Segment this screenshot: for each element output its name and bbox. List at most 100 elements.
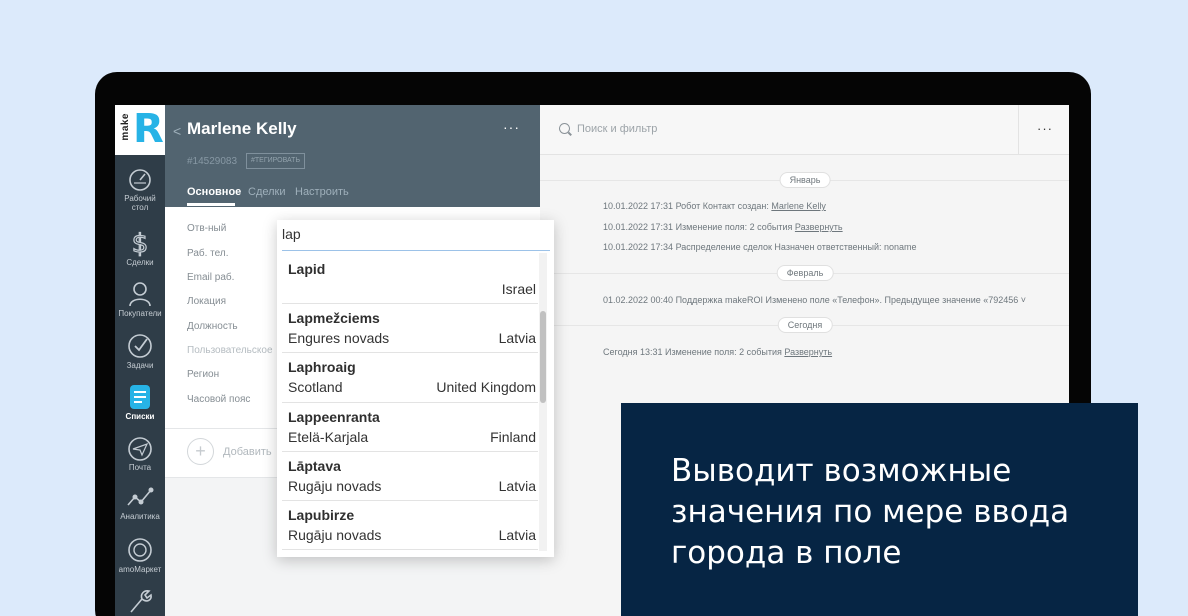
feed-entry-text: 01.02.2022 00:40 Поддержка makeROI Измен… — [603, 295, 1027, 305]
mail-icon — [128, 437, 152, 461]
feed-entry: 10.01.2022 17:31 Изменение поля: 2 событ… — [603, 222, 843, 232]
nav-item-deals[interactable]: $ Сделки — [115, 227, 165, 267]
dashboard-icon — [129, 169, 151, 191]
field-label-work-email: Email раб. — [187, 272, 235, 283]
tag-button[interactable]: #ТЕГИРОВАТЬ — [246, 153, 306, 169]
nav-label-dashboard: Рабочий стол — [124, 194, 156, 212]
contact-id: #14529083 — [187, 156, 238, 167]
tasks-icon — [128, 334, 152, 358]
nav-item-customers[interactable]: Покупатели — [115, 280, 165, 318]
suggestion-city: Lappeenranta — [288, 408, 380, 425]
search-bar[interactable]: Поиск и фильтр ··· — [540, 105, 1069, 155]
scrollbar-thumb[interactable] — [540, 311, 546, 403]
nav-item-market[interactable]: amoМаркет — [115, 536, 165, 574]
field-label-work-phone: Раб. тел. — [187, 248, 229, 259]
add-button[interactable]: + — [187, 438, 214, 465]
tab-configure[interactable]: Настроить — [295, 186, 349, 198]
suggestion-country: Latvia — [498, 330, 536, 347]
nav-item-lists[interactable]: Списки — [115, 383, 165, 421]
field-label-responsible: Отв-ный — [187, 223, 227, 234]
suggestion-region: Rugāju novads — [288, 477, 382, 494]
city-search-input[interactable]: lap — [282, 226, 301, 242]
wrench-icon — [130, 590, 152, 613]
feed-entry: 10.01.2022 17:31 Робот Контакт создан: M… — [603, 201, 826, 211]
date-badge-today: Сегодня — [777, 317, 833, 333]
nav-item-settings[interactable] — [115, 587, 165, 615]
market-icon — [128, 538, 152, 562]
field-label-region: Регион — [187, 369, 220, 380]
suggestion-country: Latvia — [498, 477, 536, 494]
nav-label-deals: Сделки — [126, 258, 154, 267]
expand-link[interactable]: Развернуть — [795, 222, 843, 232]
active-tab-indicator — [187, 203, 235, 206]
city-autocomplete-dropdown: lap Lapid Israel Lapmežciems Engures nov… — [277, 220, 554, 557]
expand-link[interactable]: Развернуть — [784, 347, 832, 357]
contact-menu-button[interactable]: ··· — [503, 119, 520, 135]
suggestion-item[interactable]: Lapubirze Rugāju novads Latvia — [282, 501, 538, 551]
date-badge-january: Январь — [779, 172, 831, 188]
nav-item-analytics[interactable]: Аналитика — [115, 485, 165, 521]
deals-icon: $ — [131, 228, 149, 257]
feed-entry: Сегодня 13:31 Изменение поля: 2 события … — [603, 347, 832, 357]
search-input[interactable]: Поиск и фильтр — [577, 123, 657, 135]
input-underline — [282, 250, 550, 251]
analytics-icon — [127, 487, 154, 506]
suggestion-region: Scotland — [288, 379, 343, 396]
caption-text: Выводит возможные значения по мере ввода… — [671, 453, 1070, 571]
suggestion-city: Lapid — [288, 261, 326, 277]
lists-icon — [130, 385, 150, 409]
suggestion-item[interactable]: Lapid Israel — [282, 255, 538, 305]
suggestion-list: Lapid Israel Lapmežciems Engures novads … — [282, 255, 538, 551]
feed-entry-text: 10.01.2022 17:31 Робот Контакт создан: — [603, 201, 772, 211]
tab-main[interactable]: Основное — [187, 186, 241, 198]
contact-name[interactable]: Marlene Kelly — [187, 119, 297, 139]
suggestion-item[interactable]: Lapmežciems Engures novads Latvia — [282, 304, 538, 354]
back-icon[interactable]: < — [173, 123, 181, 139]
caption-box: Выводит возможные значения по мере ввода… — [621, 403, 1138, 616]
nav-label-mail: Почта — [128, 463, 152, 472]
customers-icon — [129, 282, 151, 307]
suggestion-city: Lapmežciems — [288, 310, 380, 327]
suggestion-region: Rugāju novads — [288, 526, 382, 543]
suggestion-item[interactable]: Lappeenranta Etelä-Karjala Finland — [282, 403, 538, 452]
nav-item-tasks[interactable]: Задачи — [115, 332, 165, 370]
nav-label-analytics: Аналитика — [120, 512, 160, 521]
suggestion-region: Engures novads — [288, 330, 390, 347]
divider — [1018, 105, 1019, 155]
logo[interactable]: make R — [115, 105, 165, 155]
add-label[interactable]: Добавить — [223, 446, 272, 458]
svg-text:$: $ — [132, 229, 149, 257]
feed-entry: 10.01.2022 17:34 Распределение сделок На… — [603, 242, 917, 252]
contact-link[interactable]: Marlene Kelly — [771, 201, 826, 211]
suggestion-item[interactable]: Lāptava Rugāju novads Latvia — [282, 452, 538, 501]
logo-r-text: R — [133, 106, 164, 152]
suggestion-country: United Kingdom — [436, 379, 536, 396]
suggestion-city: Lapubirze — [288, 506, 355, 523]
search-icon — [559, 123, 570, 134]
field-label-position: Должность — [187, 321, 238, 332]
nav-label-tasks: Задачи — [126, 361, 154, 370]
field-label-custom: Пользовательское — [187, 345, 273, 356]
suggestion-city: Lāptava — [288, 457, 341, 474]
field-label-location: Локация — [187, 296, 227, 307]
suggestion-item[interactable]: Laphroaig Scotland United Kingdom — [282, 353, 538, 403]
suggestion-country: Israel — [501, 281, 536, 297]
suggestion-country: Finland — [490, 428, 536, 445]
feed-entry-text: Сегодня 13:31 Изменение поля: 2 события — [603, 347, 785, 357]
feed-menu-button[interactable]: ··· — [1037, 121, 1053, 136]
feed-entry[interactable]: 01.02.2022 00:40 Поддержка makeROI Измен… — [603, 295, 1026, 305]
date-badge-february: Февраль — [776, 265, 834, 281]
feed-entry-text: 10.01.2022 17:34 Распределение сделок На… — [603, 242, 917, 252]
suggestion-region: Etelä-Karjala — [288, 428, 369, 445]
feed-entry-text: 10.01.2022 17:31 Изменение поля: 2 событ… — [603, 222, 795, 232]
scrollbar[interactable] — [539, 253, 547, 551]
logo-make-text: make — [120, 113, 131, 141]
nav-label-customers: Покупатели — [118, 309, 162, 318]
nav-item-dashboard[interactable]: Рабочий стол — [115, 167, 165, 212]
suggestion-city: Laphroaig — [288, 359, 356, 376]
suggestion-country: Latvia — [498, 526, 536, 543]
field-label-timezone: Часовой пояс — [187, 394, 251, 405]
tab-deals[interactable]: Сделки — [248, 186, 286, 198]
contact-header: < Marlene Kelly ··· #14529083 #ТЕГИРОВАТ… — [165, 105, 540, 207]
nav-item-mail[interactable]: Почта — [115, 436, 165, 472]
